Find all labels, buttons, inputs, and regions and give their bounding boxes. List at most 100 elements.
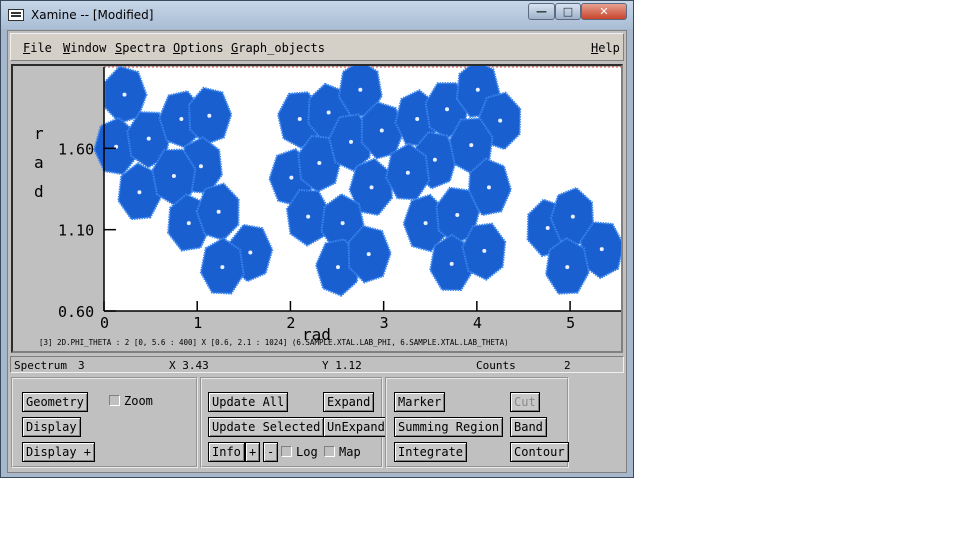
cluster-center bbox=[475, 87, 480, 92]
log-checkbox[interactable]: Log bbox=[281, 445, 318, 459]
cut-button[interactable]: Cut bbox=[510, 392, 540, 412]
cluster-center bbox=[340, 221, 345, 226]
menu-spectra[interactable]: Spectra bbox=[115, 41, 166, 55]
display-panel: Geometry Zoom Display Display + bbox=[11, 377, 198, 468]
spectrum-label: Spectrum bbox=[14, 359, 67, 372]
update-selected-button[interactable]: Update Selected bbox=[208, 417, 325, 437]
cluster-center bbox=[366, 252, 371, 257]
maximize-button[interactable]: □ bbox=[555, 3, 581, 20]
cluster-center bbox=[432, 157, 437, 162]
band-button[interactable]: Band bbox=[510, 417, 547, 437]
cluster-center bbox=[306, 214, 311, 219]
cluster-center bbox=[326, 110, 331, 115]
map-checkbox-box[interactable] bbox=[324, 446, 335, 457]
cluster-center bbox=[248, 250, 253, 255]
y-tick-label: 1.60 bbox=[58, 140, 94, 158]
integrate-button[interactable]: Integrate bbox=[394, 442, 468, 462]
cluster-center bbox=[358, 87, 363, 92]
update-all-button[interactable]: Update All bbox=[208, 392, 289, 412]
menu-file[interactable]: File bbox=[23, 41, 52, 55]
cluster-center bbox=[545, 226, 550, 231]
x-tick-label: 4 bbox=[473, 314, 482, 332]
zoom-checkbox-box[interactable] bbox=[109, 395, 120, 406]
cluster-center bbox=[482, 248, 487, 253]
zoom-checkbox[interactable]: Zoom bbox=[109, 394, 153, 408]
x-tick-label: 3 bbox=[380, 314, 389, 332]
y-axis-label-a: a bbox=[34, 153, 44, 172]
cluster-center bbox=[498, 118, 503, 123]
cluster-center bbox=[405, 170, 410, 175]
cluster-center bbox=[146, 136, 151, 141]
minimize-button[interactable]: — bbox=[528, 3, 555, 20]
window-title: Xamine -- [Modified] bbox=[31, 8, 154, 22]
menu-graph-objects[interactable]: Graph_objects bbox=[231, 41, 325, 55]
log-checkbox-box[interactable] bbox=[281, 446, 292, 457]
cluster-center bbox=[369, 185, 374, 190]
x-tick-label: 2 bbox=[286, 314, 295, 332]
client-area: File Window Spectra Options Graph_object… bbox=[7, 30, 627, 473]
close-button[interactable]: ✕ bbox=[581, 3, 627, 20]
cluster-center bbox=[198, 164, 203, 169]
zoom-label: Zoom bbox=[124, 394, 153, 408]
minus-button[interactable]: - bbox=[263, 442, 279, 462]
xamine-window: Xamine -- [Modified] — □ ✕ File Window S… bbox=[0, 0, 634, 478]
cluster-center bbox=[469, 143, 474, 148]
display-button[interactable]: Display bbox=[22, 417, 81, 437]
x-tick-label: 5 bbox=[566, 314, 575, 332]
geometry-button[interactable]: Geometry bbox=[22, 392, 88, 412]
cluster-center bbox=[289, 175, 294, 180]
cluster-center bbox=[186, 221, 191, 226]
expand-button[interactable]: Expand bbox=[323, 392, 375, 412]
plus-button[interactable]: + bbox=[245, 442, 261, 462]
summing-region-button[interactable]: Summing Region bbox=[394, 417, 504, 437]
cluster-center bbox=[216, 209, 221, 214]
cluster-center bbox=[415, 117, 420, 122]
counts-value: 2 bbox=[564, 359, 571, 372]
map-checkbox[interactable]: Map bbox=[324, 445, 361, 459]
cluster-center bbox=[317, 160, 322, 165]
log-label: Log bbox=[296, 445, 318, 459]
title-bar[interactable]: Xamine -- [Modified] — □ ✕ bbox=[1, 1, 633, 29]
app-icon bbox=[8, 9, 24, 21]
cluster-center bbox=[297, 117, 302, 122]
y-axis-label-r: r bbox=[34, 124, 44, 143]
cluster-center bbox=[486, 185, 491, 190]
menu-help[interactable]: Help bbox=[591, 41, 620, 55]
gate-panel: Marker Cut Summing Region Band Integrate… bbox=[385, 377, 569, 468]
cluster-center bbox=[335, 265, 340, 270]
update-panel: Update All Expand Update Selected UnExpa… bbox=[200, 377, 389, 468]
status-bar: Spectrum 3 X 3.43 Y 1.12 Counts 2 bbox=[10, 356, 624, 373]
marker-button[interactable]: Marker bbox=[394, 392, 446, 412]
cluster-center bbox=[349, 139, 354, 144]
y-axis-label-d: d bbox=[34, 182, 44, 201]
y-tick-label: 1.10 bbox=[58, 222, 94, 240]
y-tick-label: 0.60 bbox=[58, 303, 94, 321]
cluster-center bbox=[565, 265, 570, 270]
cluster-center bbox=[220, 265, 225, 270]
cluster-center bbox=[179, 117, 184, 122]
cluster-center bbox=[137, 190, 142, 195]
spectrum-caption: [3] 2D.PHI_THETA : 2 [0, 5.6 : 400] X [0… bbox=[39, 338, 509, 347]
menu-options[interactable]: Options bbox=[173, 41, 224, 55]
counts-label: Counts bbox=[476, 359, 516, 372]
map-label: Map bbox=[339, 445, 361, 459]
unexpand-button[interactable]: UnExpand bbox=[323, 417, 389, 437]
y-readout: Y 1.12 bbox=[322, 359, 362, 372]
info-button[interactable]: Info bbox=[208, 442, 245, 462]
display-plus-button[interactable]: Display + bbox=[22, 442, 96, 462]
menu-window[interactable]: Window bbox=[63, 41, 106, 55]
cluster-center bbox=[449, 261, 454, 266]
cluster-center bbox=[599, 247, 604, 252]
spectrum-pane[interactable]: 012345 1.60 1.10 0.60 r a d rad [3] 2D.PHI… bbox=[11, 64, 623, 353]
x-readout: X 3.43 bbox=[169, 359, 209, 372]
cluster-center bbox=[171, 173, 176, 178]
spectrum-value: 3 bbox=[78, 359, 85, 372]
cluster-center bbox=[445, 107, 450, 112]
x-tick-label: 1 bbox=[193, 314, 202, 332]
menu-bar: File Window Spectra Options Graph_object… bbox=[10, 33, 624, 61]
contour-button[interactable]: Contour bbox=[510, 442, 569, 462]
cluster-center bbox=[122, 92, 127, 97]
spectrum-plot[interactable]: 012345 1.601.100.60 r a d rad bbox=[13, 66, 621, 351]
cluster-center bbox=[207, 113, 212, 118]
x-tick-label: 0 bbox=[100, 314, 109, 332]
